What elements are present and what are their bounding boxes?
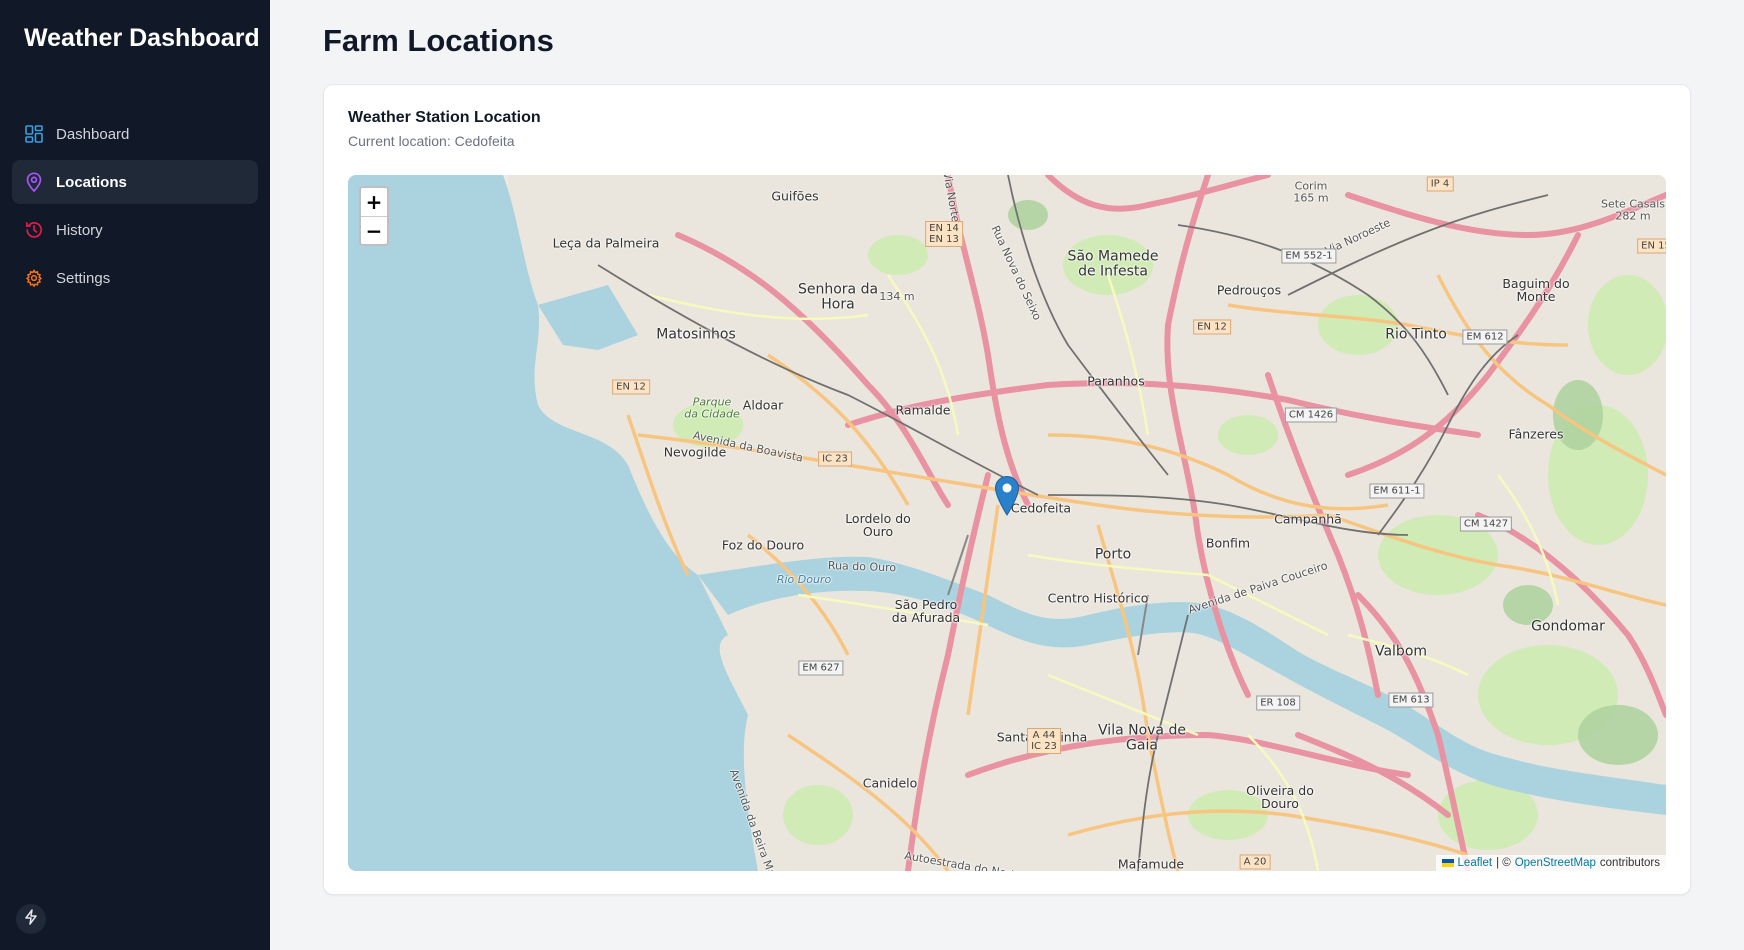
- map-place-label: Nevogilde: [663, 444, 727, 460]
- map-place-label: Senhora da Hora: [797, 281, 879, 312]
- attribution-suffix: contributors: [1599, 857, 1660, 869]
- map-place-label: São Mamede de Infesta: [1067, 248, 1159, 279]
- sidebar-item-dashboard[interactable]: Dashboard: [12, 112, 258, 156]
- map-place-label: Sete Casais 282 m: [1600, 197, 1666, 222]
- sidebar: Weather Dashboard Dashboard Locations Hi…: [0, 0, 270, 950]
- sidebar-nav: Dashboard Locations History Settings: [12, 112, 258, 304]
- map-place-label: Pedrouços: [1216, 282, 1282, 298]
- road-shield: EM 612: [1462, 329, 1508, 345]
- page-title: Farm Locations: [323, 23, 554, 58]
- map-place-label: Guifões: [771, 188, 819, 204]
- map-place-label: Paranhos: [1087, 373, 1145, 389]
- map-place-label: Corim 165 m: [1293, 179, 1329, 204]
- map-place-label: Aldoar: [742, 397, 784, 413]
- map[interactable]: Guifões Leça da Palmeira Senhora da Hora …: [348, 175, 1666, 871]
- map-place-label: Baguim do Monte: [1502, 275, 1570, 304]
- map-place-label: Centro Histórico: [1047, 590, 1149, 606]
- road-shield: A 44 IC 23: [1027, 728, 1061, 754]
- gear-icon: [24, 268, 44, 288]
- app-title: Weather Dashboard: [24, 24, 260, 52]
- map-place-label: Matosinhos: [656, 326, 736, 343]
- map-place-label: Valbom: [1374, 643, 1428, 660]
- map-place-label: Bonfim: [1205, 535, 1251, 551]
- road-shield: IP 4: [1426, 176, 1454, 192]
- dashboard-grid-icon: [24, 124, 44, 144]
- map-place-label: Canidelo: [862, 775, 918, 791]
- ukraine-flag-icon: [1441, 859, 1454, 867]
- map-place-label: Mafamude: [1117, 856, 1185, 871]
- leaflet-link[interactable]: Leaflet: [1458, 857, 1493, 869]
- map-pin-icon: [24, 172, 44, 192]
- openstreetmap-link[interactable]: OpenStreetMap: [1515, 857, 1596, 869]
- bolt-icon: [24, 908, 38, 930]
- map-road-label: Rua do Ouro: [827, 559, 897, 575]
- sidebar-item-label: History: [56, 221, 103, 239]
- road-shield: ER 108: [1256, 695, 1300, 711]
- zoom-in-button[interactable]: +: [361, 188, 387, 216]
- zoom-control: + −: [359, 186, 389, 246]
- location-marker[interactable]: [994, 475, 1020, 516]
- map-attribution: Leaflet | © OpenStreetMap contributors: [1435, 855, 1666, 871]
- main-content: Farm Locations Weather Station Location …: [270, 0, 1744, 950]
- map-place-label: Oliveira do Douro: [1246, 782, 1314, 811]
- road-shield: EM 552-1: [1281, 248, 1337, 264]
- road-shield: A 20: [1239, 854, 1271, 870]
- card-subtitle: Current location: Cedofeita: [348, 133, 515, 149]
- attribution-separator: | ©: [1496, 857, 1511, 869]
- sidebar-item-label: Locations: [56, 173, 127, 191]
- sidebar-item-locations[interactable]: Locations: [12, 160, 258, 204]
- sidebar-item-settings[interactable]: Settings: [12, 256, 258, 300]
- map-place-label: Porto: [1094, 546, 1132, 563]
- bolt-button[interactable]: [16, 904, 46, 934]
- map-place-label: Lordelo do Ouro: [845, 510, 911, 539]
- map-marker-icon: [994, 476, 1020, 516]
- map-park-label: Parque da Cidade: [684, 395, 740, 420]
- map-place-label: Leça da Palmeira: [552, 235, 660, 251]
- road-shield: EM 627: [798, 660, 844, 676]
- map-place-label: Vila Nova de Gaia: [1098, 722, 1186, 753]
- sidebar-item-history[interactable]: History: [12, 208, 258, 252]
- map-place-label: Foz do Douro: [721, 537, 805, 553]
- map-place-label: Rio Tinto: [1385, 326, 1447, 343]
- road-shield: EM 611-1: [1369, 483, 1425, 499]
- map-place-label: Campanhã: [1274, 511, 1342, 527]
- map-place-label: Ramalde: [895, 402, 951, 418]
- road-shield: EN 14 EN 13: [925, 221, 963, 247]
- sidebar-item-label: Dashboard: [56, 125, 130, 143]
- map-place-label: Gondomar: [1531, 618, 1605, 635]
- card-title: Weather Station Location: [348, 109, 541, 126]
- history-icon: [24, 220, 44, 240]
- map-river-label: Rio Douro: [776, 573, 832, 587]
- location-card: Weather Station Location Current locatio…: [323, 84, 1691, 895]
- road-shield: CM 1426: [1284, 407, 1338, 423]
- sidebar-item-label: Settings: [56, 269, 111, 287]
- map-place-label: Fânzeres: [1508, 426, 1564, 442]
- map-place-label: São Pedro da Afurada: [891, 596, 961, 625]
- road-shield: EN 12: [612, 379, 650, 395]
- road-shield: EN 15: [1637, 238, 1666, 254]
- map-elevation-label: 134 m: [879, 290, 915, 304]
- road-shield: EM 613: [1388, 692, 1434, 708]
- road-shield: IC 23: [818, 451, 852, 467]
- road-shield: EN 12: [1193, 319, 1231, 335]
- zoom-out-button[interactable]: −: [361, 216, 387, 244]
- road-shield: CM 1427: [1459, 516, 1513, 532]
